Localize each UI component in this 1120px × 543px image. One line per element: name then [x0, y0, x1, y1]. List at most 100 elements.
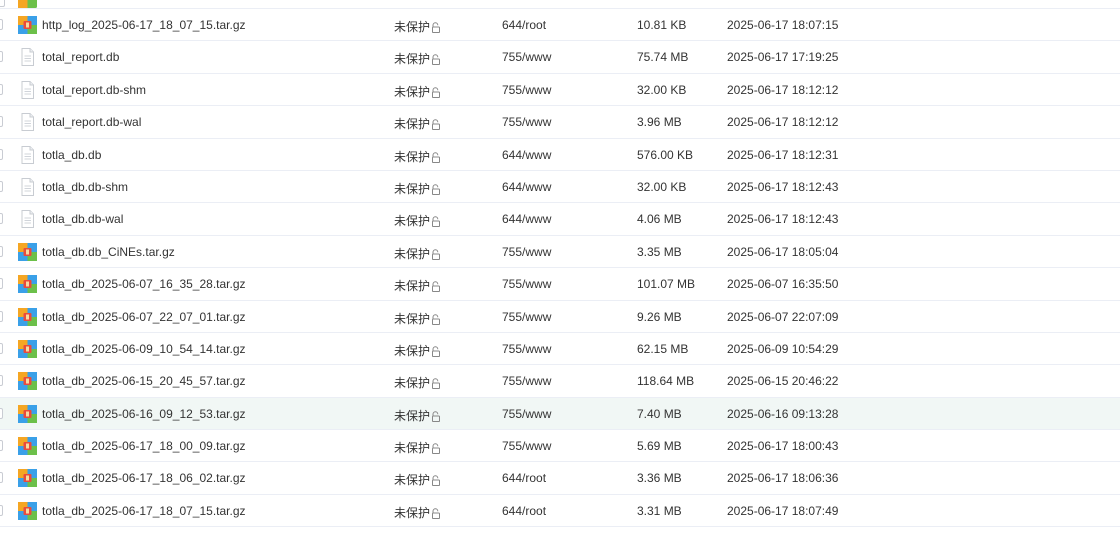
file-name[interactable]: totla_db_2025-06-17_18_06_02.tar.gz [42, 471, 246, 485]
permission-owner[interactable]: 755/www [502, 439, 551, 453]
unlock-icon[interactable] [431, 184, 441, 195]
row-checkbox[interactable] [0, 504, 3, 516]
permission-owner[interactable]: 644/root [502, 504, 546, 518]
protect-status[interactable]: 未保护 [394, 342, 441, 359]
unlock-icon[interactable] [431, 119, 441, 131]
protect-status[interactable]: 未保护 [394, 212, 441, 229]
file-row[interactable]: totla_db.db-shm 未保护 644/www 32.00 KB 2025-06… [0, 171, 1120, 204]
unlock-icon[interactable] [431, 216, 441, 228]
file-name[interactable]: totla_db_2025-06-07_16_35_28.tar.gz [42, 277, 246, 291]
protect-status[interactable]: 未保护 [394, 83, 441, 100]
permission-owner[interactable]: 755/www [502, 310, 551, 324]
row-checkbox[interactable] [0, 19, 3, 30]
unlock-icon[interactable] [431, 313, 441, 325]
unlock-icon[interactable] [431, 475, 441, 487]
file-row[interactable]: totla_db_2025-06-07_16_35_28.tar.gz 未保护 75… [0, 268, 1120, 301]
file-name[interactable]: totla_db.db-wal [42, 212, 123, 226]
file-name[interactable]: total_report.db-wal [42, 115, 141, 129]
row-checkbox[interactable] [0, 407, 3, 419]
protect-status[interactable]: 未保护 [394, 374, 441, 391]
protect-status[interactable]: 未保护 [394, 471, 441, 488]
unlock-icon[interactable] [431, 281, 441, 293]
protect-status[interactable]: 未保护 [394, 310, 441, 327]
unlock-icon[interactable] [431, 151, 441, 163]
unlock-icon[interactable] [431, 411, 441, 422]
file-name[interactable]: totla_db.db [42, 148, 101, 162]
protect-status[interactable]: 未保护 [394, 115, 441, 132]
row-checkbox[interactable] [0, 213, 3, 225]
file-row[interactable]: http_log_2025-06-17_18_07_15.tar.gz 未保护 64… [0, 9, 1120, 42]
unlock-icon[interactable] [431, 87, 441, 98]
row-checkbox[interactable] [0, 148, 3, 160]
unlock-icon[interactable] [431, 346, 441, 357]
row-checkbox[interactable] [0, 472, 3, 484]
permission-owner[interactable]: 644/root [502, 18, 546, 32]
file-row[interactable]: totla_db.db_CiNEs.tar.gz 未保护 755/www 3.35 M… [0, 236, 1120, 269]
file-name[interactable]: total_report.db-shm [42, 83, 146, 97]
permission-owner[interactable]: 644/www [502, 180, 551, 194]
permission-owner[interactable]: 755/www [502, 407, 551, 421]
file-name[interactable]: totla_db_2025-06-17_18_07_15.tar.gz [42, 504, 246, 518]
permission-owner[interactable]: 644/root [502, 471, 546, 485]
unlock-icon[interactable] [431, 508, 441, 519]
protect-status-label: 未保护 [394, 505, 431, 520]
file-name[interactable]: totla_db_2025-06-17_18_00_09.tar.gz [42, 439, 246, 453]
protect-status[interactable]: 未保护 [394, 50, 441, 67]
file-name[interactable]: totla_db_2025-06-15_20_45_57.tar.gz [42, 374, 246, 388]
file-row[interactable]: total_report.db-wal 未保护 755/www 3.96 MB 2025… [0, 106, 1120, 139]
row-checkbox[interactable] [0, 83, 3, 95]
unlock-icon[interactable] [431, 443, 441, 455]
permission-owner[interactable]: 755/www [502, 115, 551, 129]
modified-time: 2025-06-17 18:07:49 [727, 503, 839, 518]
unlock-icon[interactable] [431, 249, 441, 260]
unlock-icon[interactable] [431, 378, 441, 390]
protect-status[interactable]: 未保护 [394, 18, 441, 35]
file-row[interactable]: totla_db_2025-06-16_09_12_53.tar.gz 未保护 75… [0, 397, 1120, 431]
file-row[interactable]: totla_db.db 未保护 644/www 576.00 KB 2025-06-17… [0, 139, 1120, 171]
row-checkbox[interactable] [0, 375, 3, 387]
row-checkbox[interactable] [0, 310, 3, 322]
permission-owner[interactable]: 644/www [502, 212, 551, 226]
permission-owner[interactable]: 755/www [502, 277, 551, 291]
protect-status[interactable]: 未保护 [394, 439, 441, 456]
file-row[interactable]: totla_db_2025-06-07_22_07_01.tar.gz 未保护 75… [0, 301, 1120, 333]
row-checkbox[interactable] [0, 0, 5, 7]
row-checkbox[interactable] [0, 245, 3, 257]
row-checkbox[interactable] [0, 278, 3, 290]
file-name[interactable]: totla_db_2025-06-07_22_07_01.tar.gz [42, 310, 246, 324]
unlock-icon[interactable] [431, 54, 441, 66]
row-checkbox[interactable] [0, 51, 3, 63]
file-row[interactable]: totla_db_2025-06-17_18_06_02.tar.gz 未保护 64… [0, 462, 1120, 495]
protect-status[interactable]: 未保护 [394, 245, 441, 262]
unlock-icon[interactable] [431, 22, 441, 33]
file-name[interactable]: totla_db_2025-06-16_09_12_53.tar.gz [42, 407, 246, 421]
file-row[interactable]: totla_db_2025-06-17_18_00_09.tar.gz 未保护 75… [0, 430, 1120, 463]
permission-owner[interactable]: 755/www [502, 245, 551, 259]
protect-status[interactable]: 未保护 [394, 277, 441, 294]
protect-status[interactable]: 未保护 [394, 407, 441, 424]
file-name[interactable]: http_log_2025-06-17_18_07_15.tar.gz [42, 18, 246, 32]
permission-owner[interactable]: 644/www [502, 148, 551, 162]
file-row[interactable]: totla_db_2025-06-17_18_07_15.tar.gz 未保护 64… [0, 495, 1120, 528]
file-name[interactable]: totla_db_2025-06-09_10_54_14.tar.gz [42, 342, 246, 356]
file-row[interactable]: totla_db_2025-06-09_10_54_14.tar.gz 未保护 75… [0, 333, 1120, 366]
file-name[interactable]: total_report.db [42, 50, 119, 64]
file-name[interactable]: totla_db.db-shm [42, 180, 128, 194]
protect-status[interactable]: 未保护 [394, 148, 441, 165]
permission-owner[interactable]: 755/www [502, 83, 551, 97]
row-checkbox[interactable] [0, 116, 3, 128]
file-name[interactable]: totla_db.db_CiNEs.tar.gz [42, 245, 175, 259]
row-checkbox[interactable] [0, 180, 3, 192]
permission-owner[interactable]: 755/www [502, 50, 551, 64]
protect-status[interactable]: 未保护 [394, 180, 441, 197]
file-row[interactable]: totla_db_2025-06-15_20_45_57.tar.gz 未保护 75… [0, 365, 1120, 398]
protect-status[interactable]: 未保护 [394, 504, 441, 521]
permission-owner[interactable]: 755/www [502, 374, 551, 388]
partial-top-row[interactable] [0, 0, 1120, 9]
row-checkbox[interactable] [0, 342, 3, 354]
file-row[interactable]: total_report.db-shm 未保护 755/www 32.00 KB 202… [0, 74, 1120, 107]
row-checkbox[interactable] [0, 440, 3, 452]
file-row[interactable]: total_report.db 未保护 755/www 75.74 MB 2025-06… [0, 41, 1120, 74]
permission-owner[interactable]: 755/www [502, 342, 551, 356]
file-row[interactable]: totla_db.db-wal 未保护 644/www 4.06 MB 2025-06-… [0, 203, 1120, 236]
